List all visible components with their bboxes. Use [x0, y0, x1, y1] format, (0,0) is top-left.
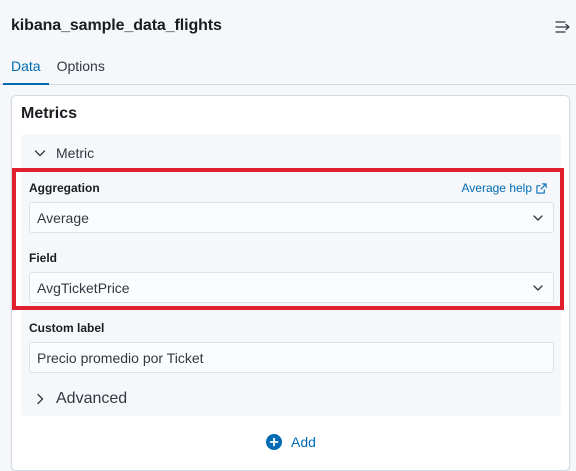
- custom-label-input[interactable]: [29, 342, 554, 373]
- advanced-label: Advanced: [56, 390, 128, 407]
- aggregation-help-text: Average help: [461, 181, 533, 195]
- metrics-section-title: Metrics: [21, 105, 78, 122]
- editor-tabs: Data Options: [0, 52, 576, 85]
- plus-in-circle-icon: [266, 434, 282, 450]
- metric-group: Metric Aggregation Average help Average …: [21, 134, 561, 416]
- metrics-panel: Metrics Metric Aggregation Average help …: [11, 95, 570, 471]
- collapse-sidebar-button[interactable]: [554, 18, 572, 36]
- editor-header: kibana_sample_data_flights: [0, 0, 576, 52]
- index-pattern-title: kibana_sample_data_flights: [11, 17, 222, 34]
- custom-label-label: Custom label: [29, 321, 105, 335]
- aggregation-select-value: Average: [37, 209, 89, 226]
- field-label: Field: [29, 251, 58, 265]
- metric-accordion-toggle[interactable]: Metric: [21, 134, 94, 172]
- menu-right-icon: [555, 21, 570, 33]
- tab-data[interactable]: Data: [3, 52, 49, 85]
- add-metric-button[interactable]: Add: [266, 434, 316, 450]
- field-select[interactable]: AvgTicketPrice: [29, 272, 554, 303]
- tab-options[interactable]: Options: [49, 52, 113, 84]
- field-select-value: AvgTicketPrice: [37, 279, 130, 296]
- chevron-down-icon: [533, 285, 543, 291]
- advanced-accordion-toggle[interactable]: Advanced: [34, 390, 127, 408]
- aggregation-select[interactable]: Average: [29, 202, 554, 233]
- metric-accordion-label: Metric: [56, 145, 95, 161]
- chevron-down-icon: [34, 150, 46, 157]
- chevron-down-icon: [533, 215, 543, 221]
- add-metric-label: Add: [291, 434, 316, 450]
- aggregation-help-link[interactable]: Average help: [462, 181, 548, 195]
- aggregation-label: Aggregation: [29, 181, 100, 195]
- chevron-right-icon: [37, 393, 44, 405]
- external-link-icon: [536, 182, 547, 194]
